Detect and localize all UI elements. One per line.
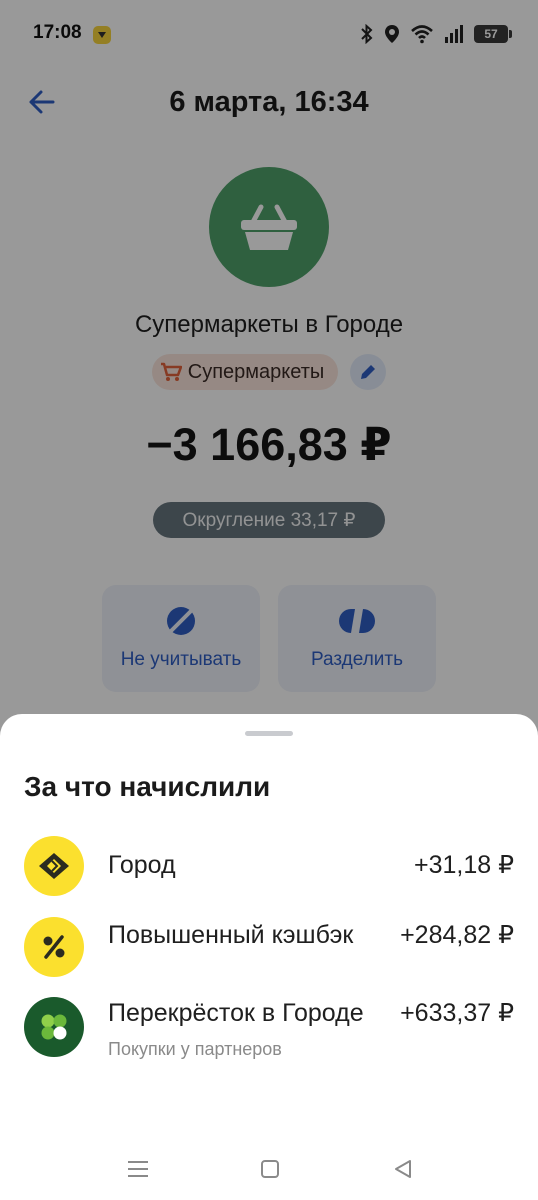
perekrestok-clover-icon bbox=[24, 997, 84, 1057]
square-icon bbox=[261, 1160, 279, 1178]
sheet-drag-handle[interactable] bbox=[245, 731, 293, 736]
sheet-title: За что начислили bbox=[24, 771, 271, 802]
list-item-title: Город bbox=[108, 851, 176, 879]
list-item-subtitle: Покупки у партнеров bbox=[108, 1039, 282, 1059]
list-item-amount: +633,37 ₽ bbox=[400, 999, 514, 1027]
percent-icon bbox=[24, 917, 84, 977]
system-nav-bar bbox=[0, 1140, 538, 1200]
recent-apps-button[interactable] bbox=[123, 1154, 153, 1184]
home-button[interactable] bbox=[255, 1154, 285, 1184]
list-item-amount: +31,18 ₽ bbox=[413, 851, 514, 879]
system-back-button[interactable] bbox=[388, 1154, 418, 1184]
list-item-title: Перекрёсток в Городе bbox=[108, 999, 364, 1027]
list-item-amount: +284,82 ₽ bbox=[400, 921, 514, 949]
city-diamond-icon bbox=[24, 836, 84, 896]
list-item-title: Повышенный кэшбэк bbox=[108, 921, 354, 949]
menu-icon bbox=[128, 1161, 148, 1177]
triangle-back-icon bbox=[395, 1160, 411, 1178]
bonus-bottom-sheet: За что начислили Город +31,18 ₽ Повышенн… bbox=[0, 714, 538, 1200]
